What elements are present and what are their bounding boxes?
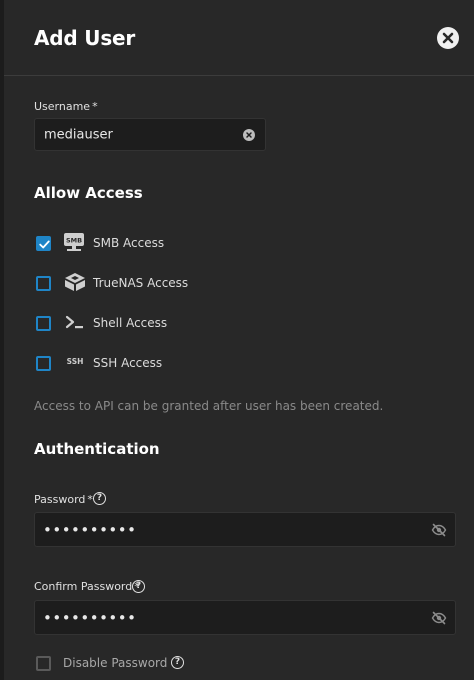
- ssh-access-label: SSH Access: [93, 356, 163, 370]
- visibility-off-icon[interactable]: [431, 610, 447, 626]
- checkmark-icon: [39, 240, 50, 249]
- allow-access-title: Allow Access: [34, 184, 143, 202]
- svg-text:SMB: SMB: [66, 237, 82, 245]
- truenas-icon: [65, 273, 85, 291]
- svg-text:SSH: SSH: [67, 357, 84, 366]
- clear-icon[interactable]: [243, 129, 255, 141]
- api-access-hint: Access to API can be granted after user …: [34, 399, 384, 413]
- password-field[interactable]: ••••••••••: [34, 512, 456, 547]
- username-label: Username *: [34, 100, 98, 113]
- username-field[interactable]: mediauser: [34, 118, 266, 151]
- page-title: Add User: [34, 26, 136, 50]
- ssh-icon: SSH: [67, 357, 84, 366]
- smb-access-label: SMB Access: [93, 236, 165, 250]
- confirm-password-value: ••••••••••: [43, 608, 137, 627]
- panel-header: Add User: [4, 0, 474, 76]
- password-value: ••••••••••: [43, 520, 137, 539]
- confirm-password-help-icon[interactable]: ?: [132, 580, 145, 593]
- confirm-password-label: Confirm Password *: [34, 580, 140, 593]
- truenas-access-checkbox[interactable]: [36, 276, 51, 291]
- shell-icon: [65, 315, 83, 329]
- close-button[interactable]: [437, 27, 459, 49]
- password-label: Password *: [34, 493, 93, 506]
- truenas-access-label: TrueNAS Access: [93, 276, 189, 290]
- disable-password-help-icon[interactable]: ?: [171, 656, 184, 669]
- authentication-title: Authentication: [34, 440, 160, 458]
- disable-password-label: Disable Password: [63, 656, 168, 670]
- confirm-password-field[interactable]: ••••••••••: [34, 600, 456, 635]
- password-help-icon[interactable]: ?: [93, 492, 106, 505]
- smb-icon: SMB: [64, 233, 84, 251]
- shell-access-label: Shell Access: [93, 316, 168, 330]
- smb-access-checkbox[interactable]: [36, 236, 51, 251]
- ssh-access-checkbox[interactable]: [36, 356, 51, 371]
- disable-password-checkbox[interactable]: [36, 656, 51, 671]
- add-user-panel: Add User Username * mediauser Allow Acces…: [0, 0, 474, 680]
- shell-access-checkbox[interactable]: [36, 316, 51, 331]
- visibility-off-icon[interactable]: [431, 522, 447, 538]
- username-value: mediauser: [44, 127, 113, 142]
- close-icon: [442, 32, 454, 44]
